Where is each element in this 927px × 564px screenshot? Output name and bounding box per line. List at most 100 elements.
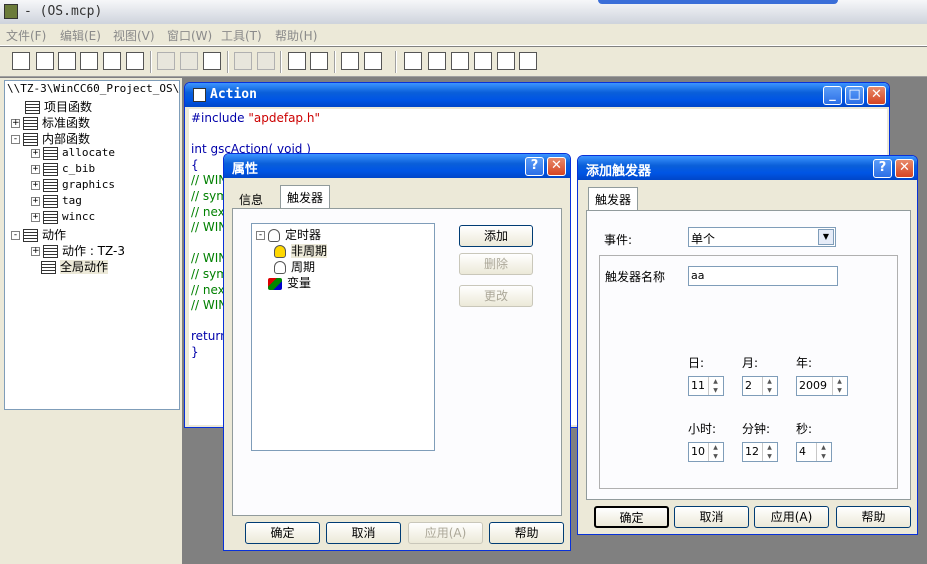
spin-arrows-icon[interactable]: ▲ ▼ [708, 377, 722, 395]
tree-root[interactable]: \\TZ-3\WinCC60_Project_OS\OS [7, 82, 179, 98]
close-button[interactable]: ✕ [547, 157, 566, 176]
expand-icon[interactable]: + [31, 148, 40, 158]
change-button[interactable]: 更改 [459, 285, 533, 307]
spin-arrows-icon[interactable]: ▲ ▼ [762, 377, 776, 395]
trigger-tree-item[interactable]: 非周期 [274, 242, 328, 259]
import-action-icon[interactable] [404, 52, 422, 70]
cancel-button[interactable]: 取消 [674, 506, 749, 528]
event-select[interactable]: 单个 ▼ [688, 227, 836, 247]
open-folder-icon[interactable] [103, 52, 121, 70]
new-file-icon[interactable] [80, 52, 98, 70]
add-trigger-titlebar[interactable]: 添加触发器 [578, 156, 917, 180]
tree-item[interactable]: + tag [31, 194, 82, 210]
tree-item[interactable]: + graphics [31, 178, 115, 194]
maximize-button[interactable]: □ [845, 86, 864, 105]
menu-window[interactable]: 窗口(W) [167, 27, 212, 44]
minute-stepper[interactable]: 12 ▲ ▼ [742, 442, 778, 462]
tab-info[interactable]: 信息 [232, 187, 271, 209]
chevron-down-icon[interactable]: ▼ [818, 229, 834, 245]
tree-item-label: 动作 : TZ-3 [62, 244, 125, 258]
properties-icon[interactable] [519, 52, 537, 70]
expand-icon[interactable]: + [31, 180, 40, 190]
tree-item[interactable]: - 内部函数 [11, 130, 90, 146]
cut-icon[interactable] [157, 52, 175, 70]
expand-icon[interactable]: + [11, 119, 20, 128]
tab-trigger[interactable]: 触发器 [588, 187, 639, 211]
close-button[interactable]: ✕ [867, 86, 886, 105]
tree-item[interactable]: + wincc [31, 210, 95, 226]
spin-arrows-icon[interactable]: ▲ ▼ [816, 443, 830, 461]
language-icon[interactable] [364, 52, 382, 70]
new-standard-function-icon[interactable] [36, 52, 54, 70]
collapse-icon[interactable]: - [11, 231, 20, 240]
year-label: 年: [796, 356, 813, 370]
month-stepper[interactable]: 2 ▲ ▼ [742, 376, 778, 396]
trigger-tree[interactable]: - 定时器 非周期 周期 变量 [251, 223, 435, 451]
new-project-function-icon[interactable] [12, 52, 30, 70]
hour-stepper[interactable]: 10 ▲ ▼ [688, 442, 724, 462]
menu-file[interactable]: 文件(F) [6, 27, 46, 44]
info-icon[interactable] [451, 52, 469, 70]
add-button[interactable]: 添加 [459, 225, 533, 247]
ok-button[interactable]: 确定 [594, 506, 669, 528]
tree-item[interactable]: + 动作 : TZ-3 [31, 242, 125, 258]
trigger-tree-item[interactable]: - 定时器 [256, 226, 321, 243]
new-global-action-icon[interactable] [58, 52, 76, 70]
export-action-icon[interactable] [428, 52, 446, 70]
tree-item[interactable]: - 动作 [11, 226, 66, 242]
tree-item[interactable]: 项目函数 [13, 98, 92, 114]
expand-icon[interactable]: + [31, 212, 40, 222]
year-stepper[interactable]: 2009 ▲ ▼ [796, 376, 848, 396]
tree-item[interactable]: + 标准函数 [11, 114, 90, 130]
second-stepper[interactable]: 4 ▲ ▼ [796, 442, 832, 462]
copy-icon[interactable] [180, 52, 198, 70]
hour-value: 10 [691, 445, 705, 458]
minimize-button[interactable]: _ [823, 86, 842, 105]
menu-edit[interactable]: 编辑(E) [60, 27, 101, 44]
ok-button[interactable]: 确定 [245, 522, 320, 544]
tree-item[interactable]: 全局动作 [29, 258, 109, 274]
undo-icon[interactable] [234, 52, 252, 70]
cancel-button[interactable]: 取消 [326, 522, 401, 544]
second-value: 4 [799, 445, 806, 458]
print-icon[interactable] [288, 52, 306, 70]
day-stepper[interactable]: 11 ▲ ▼ [688, 376, 724, 396]
paste-icon[interactable] [203, 52, 221, 70]
spin-arrows-icon[interactable]: ▲ ▼ [762, 443, 776, 461]
expand-icon[interactable]: + [31, 247, 40, 256]
trigger-tree-item[interactable]: 变量 [256, 274, 311, 291]
properties-titlebar[interactable]: 属性 [224, 154, 570, 178]
help-button[interactable]: 帮助 [836, 506, 911, 528]
tab-triggers[interactable]: 触发器 [280, 185, 331, 209]
spin-arrows-icon[interactable]: ▲ ▼ [708, 443, 722, 461]
function-icon [23, 133, 38, 146]
code-text: // WIN [191, 251, 228, 266]
context-help-icon[interactable] [310, 52, 328, 70]
apply-button[interactable]: 应用(A) [754, 506, 829, 528]
help-question-button[interactable]: ? [525, 157, 544, 176]
trigger-name-input[interactable]: aa [688, 266, 838, 286]
collapse-icon[interactable]: - [11, 135, 20, 144]
help-question-button[interactable]: ? [873, 159, 892, 178]
compile-icon[interactable] [341, 52, 359, 70]
expand-icon[interactable]: + [31, 164, 40, 174]
trigger-tree-item[interactable]: 周期 [274, 258, 315, 275]
spin-arrows-icon[interactable]: ▲ ▼ [832, 377, 846, 395]
delete-button[interactable]: 删除 [459, 253, 533, 275]
collapse-icon[interactable]: - [256, 231, 265, 240]
trigger-icon[interactable] [474, 52, 492, 70]
tree-item[interactable]: + allocate [31, 146, 115, 162]
menu-help[interactable]: 帮助(H) [275, 27, 317, 44]
menu-tools[interactable]: 工具(T) [221, 27, 262, 44]
redo-icon[interactable] [257, 52, 275, 70]
apply-button[interactable]: 应用(A) [408, 522, 483, 544]
help-button[interactable]: 帮助 [489, 522, 564, 544]
expand-icon[interactable]: + [31, 196, 40, 206]
save-icon[interactable] [126, 52, 144, 70]
action-window-titlebar[interactable]: Action [185, 83, 889, 107]
menu-view[interactable]: 视图(V) [113, 27, 155, 44]
close-button[interactable]: ✕ [895, 159, 914, 178]
navigation-tree[interactable]: \\TZ-3\WinCC60_Project_OS\OS 项目函数 + 标准函数 - 内… [4, 80, 180, 410]
edit-trigger-icon[interactable] [497, 52, 515, 70]
tree-item[interactable]: + c_bib [31, 162, 95, 178]
